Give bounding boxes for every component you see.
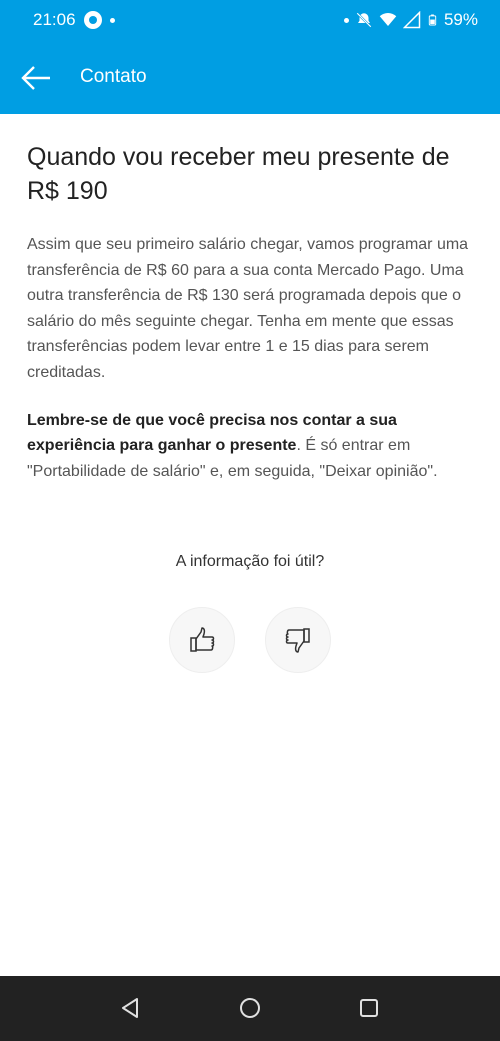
article-paragraph-2: Lembre-se de que você precisa nos contar… [27,408,477,485]
nav-back-icon [122,998,138,1018]
thumbs-down-button[interactable] [265,607,331,673]
status-time: 21:06 [33,10,76,29]
page-title: Contato [80,66,147,87]
status-right: 59% [343,10,478,30]
nav-recents-icon [360,999,378,1017]
mute-icon [356,12,372,28]
system-nav-bar [0,976,500,1041]
article: Quando vou receber meu presente de R$ 19… [27,140,477,484]
feedback-question: A informação foi útil? [175,553,325,570]
nav-recents-button[interactable] [357,996,381,1020]
wifi-icon [379,12,397,26]
status-left: 21:06 [33,10,115,30]
status-dot-icon [343,17,349,23]
nav-home-button[interactable] [238,996,262,1020]
thumbs-up-icon [190,627,215,652]
article-title: Quando vou receber meu presente de R$ 19… [27,143,450,205]
article-paragraph-1: Assim que seu primeiro salário chegar, v… [27,236,469,381]
signal-icon [402,11,421,29]
nav-home-icon [240,998,260,1018]
back-button[interactable] [18,60,54,96]
notification-dot-icon [109,17,115,23]
whatsapp-icon [83,11,102,29]
app-bar: Contato [0,40,500,114]
status-bar: 21:06 59% [0,0,500,40]
thumbs-up-button[interactable] [169,607,235,673]
arrow-left-icon [21,66,50,90]
battery-icon [428,14,437,26]
nav-back-button[interactable] [118,996,142,1020]
battery-percent: 59% [443,10,478,29]
thumbs-down-icon [285,628,310,653]
